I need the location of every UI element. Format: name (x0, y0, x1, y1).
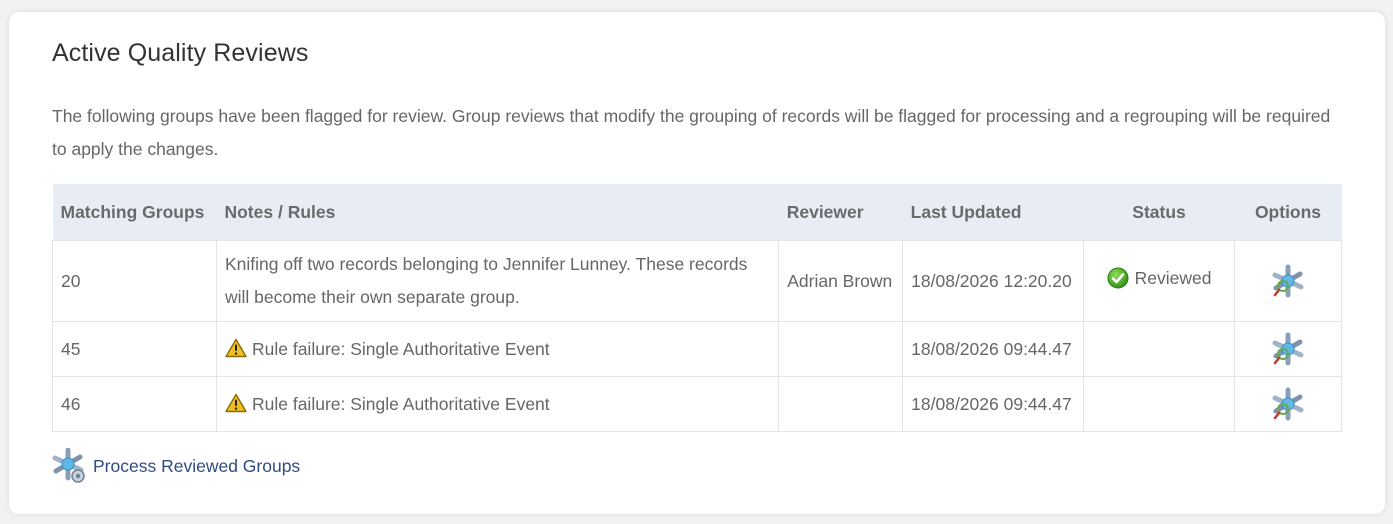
cell-status (1083, 376, 1235, 432)
col-header-last-updated: Last Updated (902, 184, 1084, 241)
cell-status: Reviewed (1083, 240, 1235, 322)
col-header-options: Options (1234, 184, 1342, 241)
cell-last-updated: 18/08/2026 09:44.47 (902, 376, 1085, 432)
cell-group-id: 20 (52, 240, 217, 322)
table-header-row: Matching Groups Notes / Rules Reviewer L… (52, 184, 1342, 241)
cell-options (1234, 321, 1342, 377)
table-row: 45 Rule failure: Single Authoritative Ev… (52, 321, 1342, 377)
col-header-reviewer: Reviewer (778, 184, 903, 241)
note-text: Rule failure: Single Authoritative Event (251, 393, 550, 414)
review-tool-icon (1272, 387, 1304, 421)
quality-reviews-card: Active Quality Reviews The following gro… (9, 12, 1385, 514)
review-group-button[interactable] (1271, 332, 1305, 366)
cell-reviewer: Adrian Brown (778, 240, 904, 322)
warning-icon (225, 393, 247, 412)
process-reviewed-groups-label: Process Reviewed Groups (93, 455, 301, 476)
cell-options (1234, 376, 1342, 432)
review-tool-icon (1272, 264, 1304, 298)
intro-text: The following groups have been flagged f… (52, 106, 1331, 159)
page-title: Active Quality Reviews (52, 39, 309, 67)
process-reviewed-groups-link[interactable]: Process Reviewed Groups (52, 448, 300, 484)
table-row: 20 Knifing off two records belonging to … (52, 240, 1342, 322)
col-header-status: Status (1083, 184, 1235, 241)
cell-group-id: 46 (52, 376, 217, 432)
cell-status (1083, 321, 1235, 377)
cell-note: Rule failure: Single Authoritative Event (215, 376, 780, 432)
process-groups-icon (52, 448, 85, 483)
green-check-icon (1107, 267, 1129, 289)
cell-reviewer (778, 376, 904, 432)
review-tool-icon (1272, 332, 1304, 366)
reviews-table: Matching Groups Notes / Rules Reviewer L… (52, 184, 1342, 432)
cell-note: Rule failure: Single Authoritative Event (215, 321, 780, 377)
warning-icon (225, 338, 247, 357)
status-badge: Reviewed (1107, 262, 1212, 295)
col-header-notes-rules: Notes / Rules (216, 184, 779, 241)
table-row: 46 Rule failure: Single Authoritative Ev… (52, 376, 1342, 432)
cell-options (1234, 240, 1342, 322)
review-group-button[interactable] (1271, 387, 1305, 421)
note-text: Rule failure: Single Authoritative Event (251, 338, 550, 359)
cell-last-updated: 18/08/2026 12:20.20 (902, 240, 1085, 322)
cell-reviewer (778, 321, 904, 377)
status-label: Reviewed (1134, 267, 1212, 288)
review-group-button[interactable] (1271, 264, 1305, 298)
cell-last-updated: 18/08/2026 09:44.47 (902, 321, 1085, 377)
cell-group-id: 45 (52, 321, 217, 377)
col-header-matching-groups: Matching Groups (52, 184, 217, 241)
cell-note: Knifing off two records belonging to Jen… (215, 240, 780, 322)
